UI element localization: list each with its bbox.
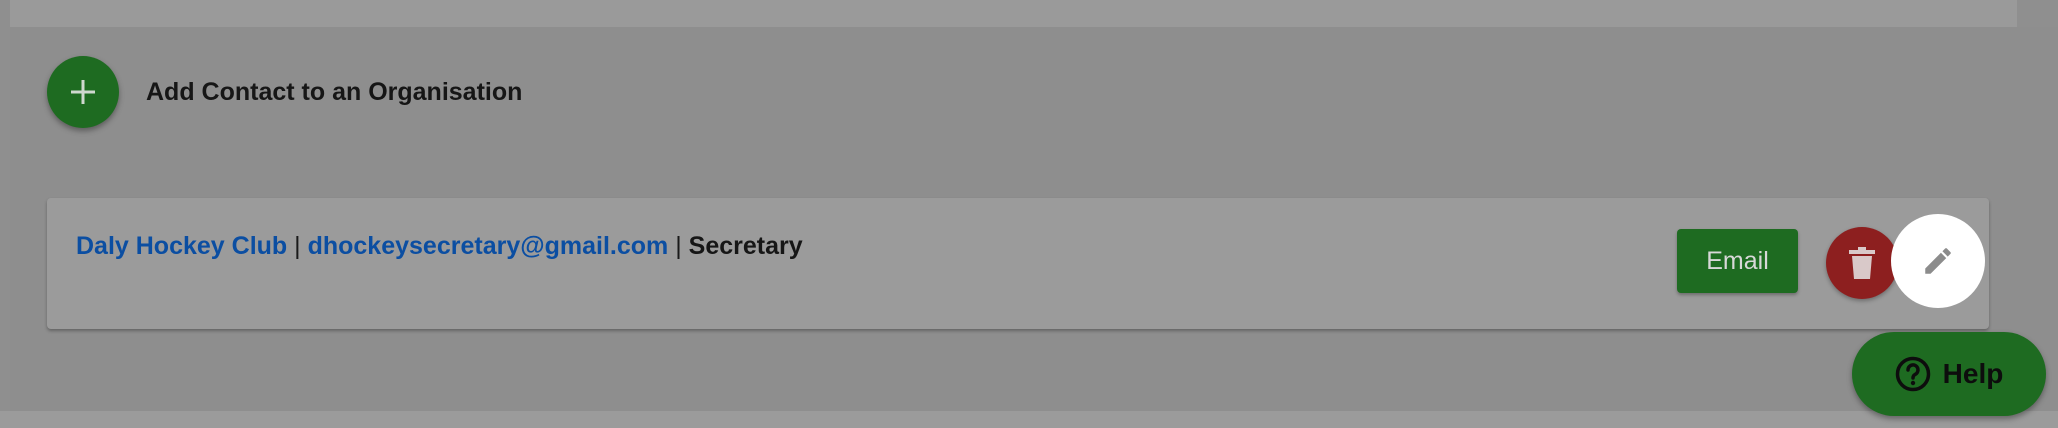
top-panel (10, 0, 2017, 27)
organisation-link[interactable]: Daly Hockey Club (76, 232, 287, 260)
add-contact-button[interactable] (47, 56, 119, 128)
plus-icon (71, 80, 95, 104)
email-link[interactable]: dhockeysecretary@gmail.com (308, 232, 669, 260)
trash-icon (1849, 247, 1875, 279)
question-circle-icon (1895, 356, 1930, 392)
help-label: Help (1942, 358, 2004, 389)
delete-button[interactable] (1826, 227, 1898, 299)
contact-details: Daly Hockey Club | dhockeysecretary@gmai… (76, 232, 803, 261)
add-contact-label[interactable]: Add Contact to an Organisation (146, 78, 522, 107)
separator: | (675, 232, 682, 260)
pencil-icon (1925, 248, 1951, 274)
email-button[interactable]: Email (1677, 229, 1798, 293)
edit-button[interactable] (1891, 214, 1985, 308)
separator: | (294, 232, 301, 260)
bottom-strip (0, 411, 2058, 428)
help-button[interactable]: Help (1852, 332, 2046, 416)
role-text: Secretary (688, 232, 803, 260)
